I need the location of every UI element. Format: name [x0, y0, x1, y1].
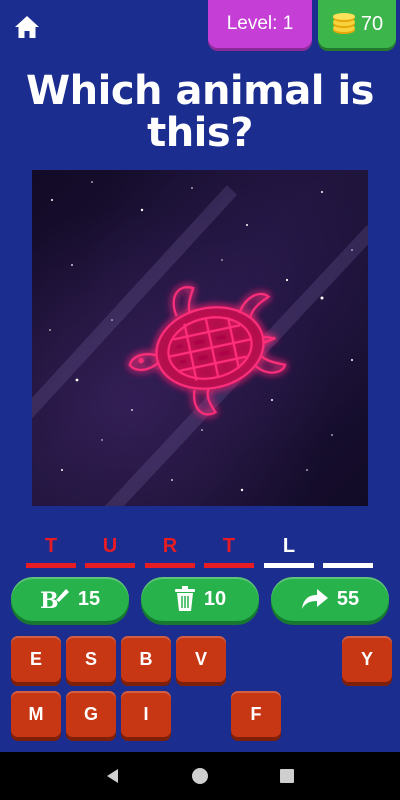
home-button[interactable]: [10, 10, 44, 44]
key-label: I: [143, 703, 149, 724]
home-icon: [15, 16, 39, 38]
answer-underline: [264, 563, 314, 568]
answer-slot-3[interactable]: R: [145, 534, 195, 568]
reveal-letter-cost: 15: [77, 587, 101, 610]
reveal-letter-icon: B: [40, 588, 69, 612]
key-label: Y: [360, 648, 373, 669]
coins-badge[interactable]: 70: [318, 0, 396, 48]
key-label: F: [250, 703, 262, 724]
question-line-1: Which animal is: [26, 68, 374, 114]
letter-key-F[interactable]: F: [231, 691, 281, 737]
svg-text:B: B: [40, 588, 59, 612]
answer-letter: U: [102, 535, 118, 557]
home-circle-icon[interactable]: [190, 766, 210, 786]
letter-key-B[interactable]: B: [121, 636, 171, 682]
share-icon: [301, 589, 328, 609]
question-title: Which animal is this?: [0, 70, 400, 154]
answer-letter: T: [44, 535, 58, 557]
key-label: M: [28, 703, 44, 724]
answer-underline: [26, 563, 76, 568]
answer-slot-6[interactable]: [323, 534, 373, 568]
answer-underline: [323, 563, 373, 568]
trash-icon: [174, 586, 195, 611]
answer-letter: L: [282, 535, 296, 557]
puzzle-image: [32, 170, 368, 506]
answer-letter: R: [162, 535, 178, 557]
answer-underline: [204, 563, 254, 568]
coins-icon: [332, 13, 355, 34]
share-cost: 55: [336, 587, 360, 610]
recents-icon[interactable]: [277, 766, 297, 786]
answer-slot-2[interactable]: U: [85, 534, 135, 568]
reveal-letter-button[interactable]: B 15: [11, 577, 129, 621]
question-line-2: this?: [147, 110, 253, 156]
key-label: S: [84, 648, 97, 669]
answer-slot-5[interactable]: L: [264, 534, 314, 568]
answer-slot-4[interactable]: T: [204, 534, 254, 568]
letter-key-G[interactable]: G: [66, 691, 116, 737]
letter-key-I[interactable]: I: [121, 691, 171, 737]
remove-letters-cost: 10: [203, 587, 227, 610]
coins-count: 70: [360, 12, 384, 35]
turtle-icon: [128, 286, 287, 416]
answer-slots: T U R T L: [26, 534, 376, 568]
letter-key-V[interactable]: V: [176, 636, 226, 682]
system-navbar: [0, 752, 400, 800]
key-label: G: [83, 703, 98, 724]
letter-key-E[interactable]: E: [11, 636, 61, 682]
share-button[interactable]: 55: [271, 577, 389, 621]
answer-letter: T: [222, 535, 236, 557]
letter-key-Y[interactable]: Y: [342, 636, 392, 682]
letter-key-M[interactable]: M: [11, 691, 61, 737]
back-icon[interactable]: [103, 766, 123, 786]
key-label: E: [29, 648, 42, 669]
level-label: Level: 1: [226, 13, 294, 34]
answer-underline: [145, 563, 195, 568]
remove-letters-button[interactable]: 10: [141, 577, 259, 621]
level-badge: Level: 1: [208, 0, 312, 48]
key-label: V: [194, 648, 207, 669]
letter-key-S[interactable]: S: [66, 636, 116, 682]
key-label: B: [139, 648, 153, 669]
answer-underline: [85, 563, 135, 568]
answer-slot-1[interactable]: T: [26, 534, 76, 568]
